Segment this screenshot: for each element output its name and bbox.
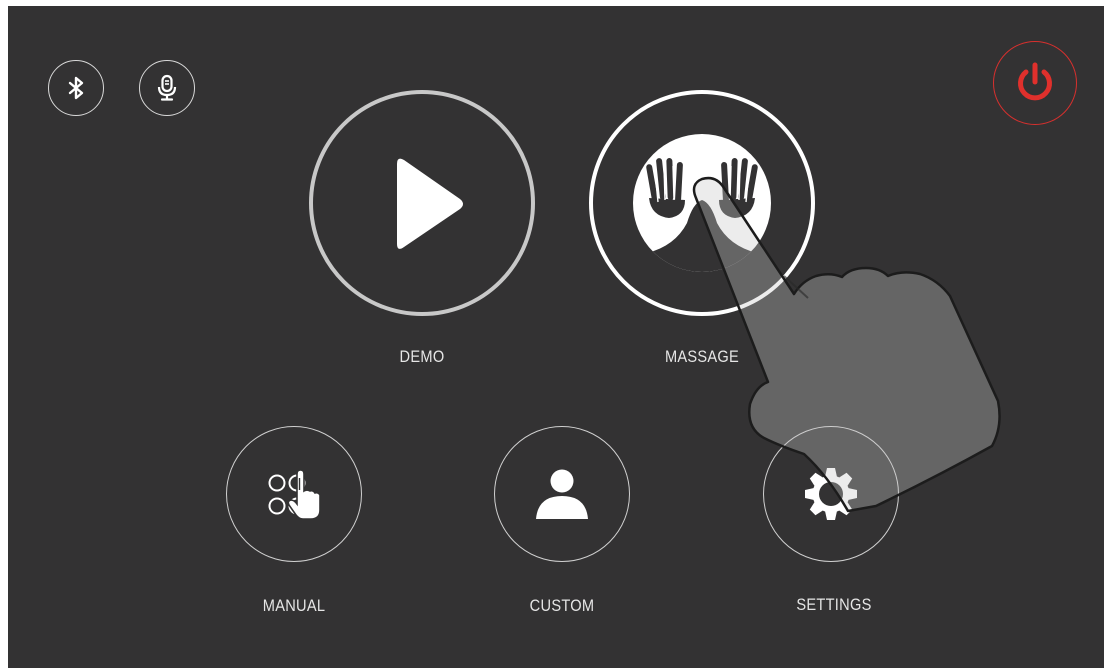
settings-label: SETTINGS — [796, 595, 872, 614]
massage-hands-icon — [633, 134, 771, 272]
massage-label: MASSAGE — [664, 347, 740, 366]
power-icon — [1018, 62, 1052, 101]
manual-label: MANUAL — [262, 596, 326, 615]
play-icon — [397, 158, 463, 249]
microphone-button[interactable] — [139, 60, 195, 116]
gear-icon — [805, 468, 857, 520]
power-button[interactable] — [993, 41, 1077, 125]
user-icon — [536, 469, 588, 519]
demo-label: DEMO — [399, 347, 445, 366]
app-screen: DEMO MASSAGE MANUAL CUSTOM SETTINGS — [8, 6, 1104, 668]
bluetooth-button[interactable] — [48, 60, 104, 116]
microphone-icon — [157, 74, 177, 101]
custom-button[interactable] — [494, 426, 630, 562]
manual-button[interactable] — [226, 426, 362, 562]
custom-label: CUSTOM — [529, 596, 595, 615]
demo-button[interactable] — [309, 90, 535, 316]
settings-button[interactable] — [763, 426, 899, 562]
massage-button[interactable] — [589, 90, 815, 316]
bluetooth-icon — [68, 76, 84, 100]
manual-touch-icon — [268, 469, 321, 520]
